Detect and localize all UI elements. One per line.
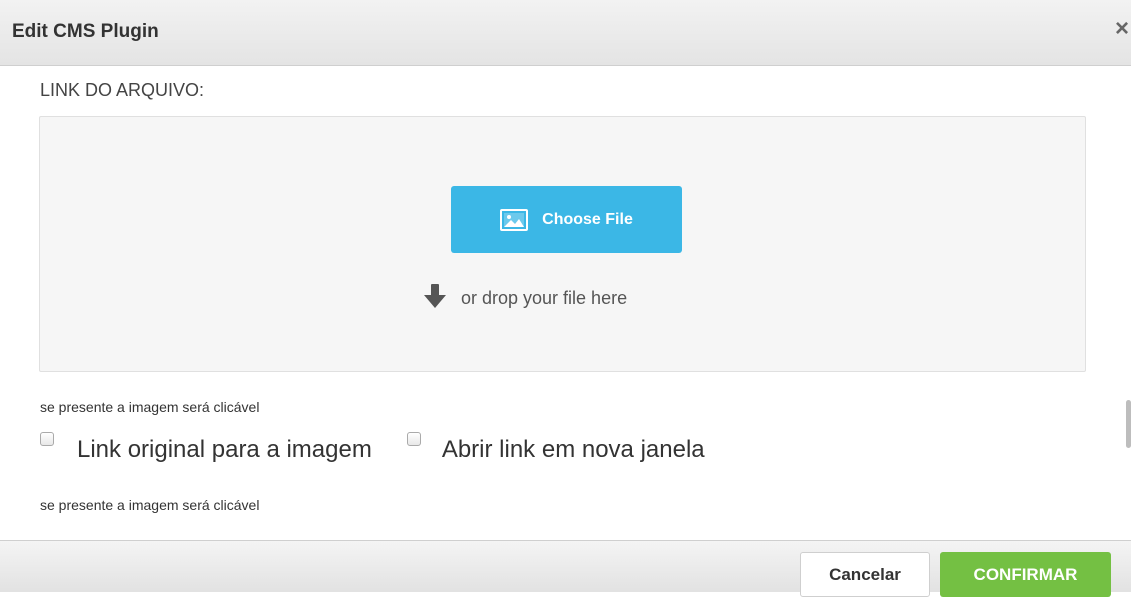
drop-hint-text: or drop your file here — [461, 288, 628, 308]
dialog-titlebar: Edit CMS Plugin × — [0, 0, 1131, 66]
help-text-secondary: se presente a imagem será clicável — [40, 497, 260, 513]
file-link-label: LINK DO ARQUIVO: — [40, 80, 205, 100]
original-link-checkbox[interactable] — [40, 432, 54, 446]
drop-hint: or drop your file here — [423, 283, 627, 314]
dialog-title: Edit CMS Plugin — [12, 21, 159, 42]
file-dropzone[interactable]: Choose File or drop your file here — [39, 116, 1086, 372]
close-icon[interactable]: × — [1115, 17, 1129, 41]
original-link-option[interactable]: Link original para a imagem — [40, 432, 372, 464]
arrow-down-icon — [423, 283, 447, 314]
dialog-content: LINK DO ARQUIVO: Choose File or drop you… — [0, 66, 1131, 540]
dialog-footer: Cancelar CONFIRMAR — [0, 540, 1131, 597]
cancel-button[interactable]: Cancelar — [800, 552, 930, 597]
scrollbar[interactable] — [1126, 400, 1131, 448]
choose-file-label: Choose File — [542, 210, 633, 228]
new-window-checkbox[interactable] — [406, 432, 421, 446]
checkbox-row: Link original para a imagem Abrir link e… — [40, 432, 705, 464]
new-window-label: Abrir link em nova janela — [441, 436, 705, 463]
confirm-button[interactable]: CONFIRMAR — [940, 552, 1111, 597]
choose-file-button[interactable]: Choose File — [451, 186, 682, 253]
help-text: se presente a imagem será clicável — [40, 399, 260, 415]
original-link-label: Link original para a imagem — [77, 436, 372, 463]
new-window-option[interactable]: Abrir link em nova janela — [406, 432, 705, 464]
image-icon — [500, 208, 529, 231]
